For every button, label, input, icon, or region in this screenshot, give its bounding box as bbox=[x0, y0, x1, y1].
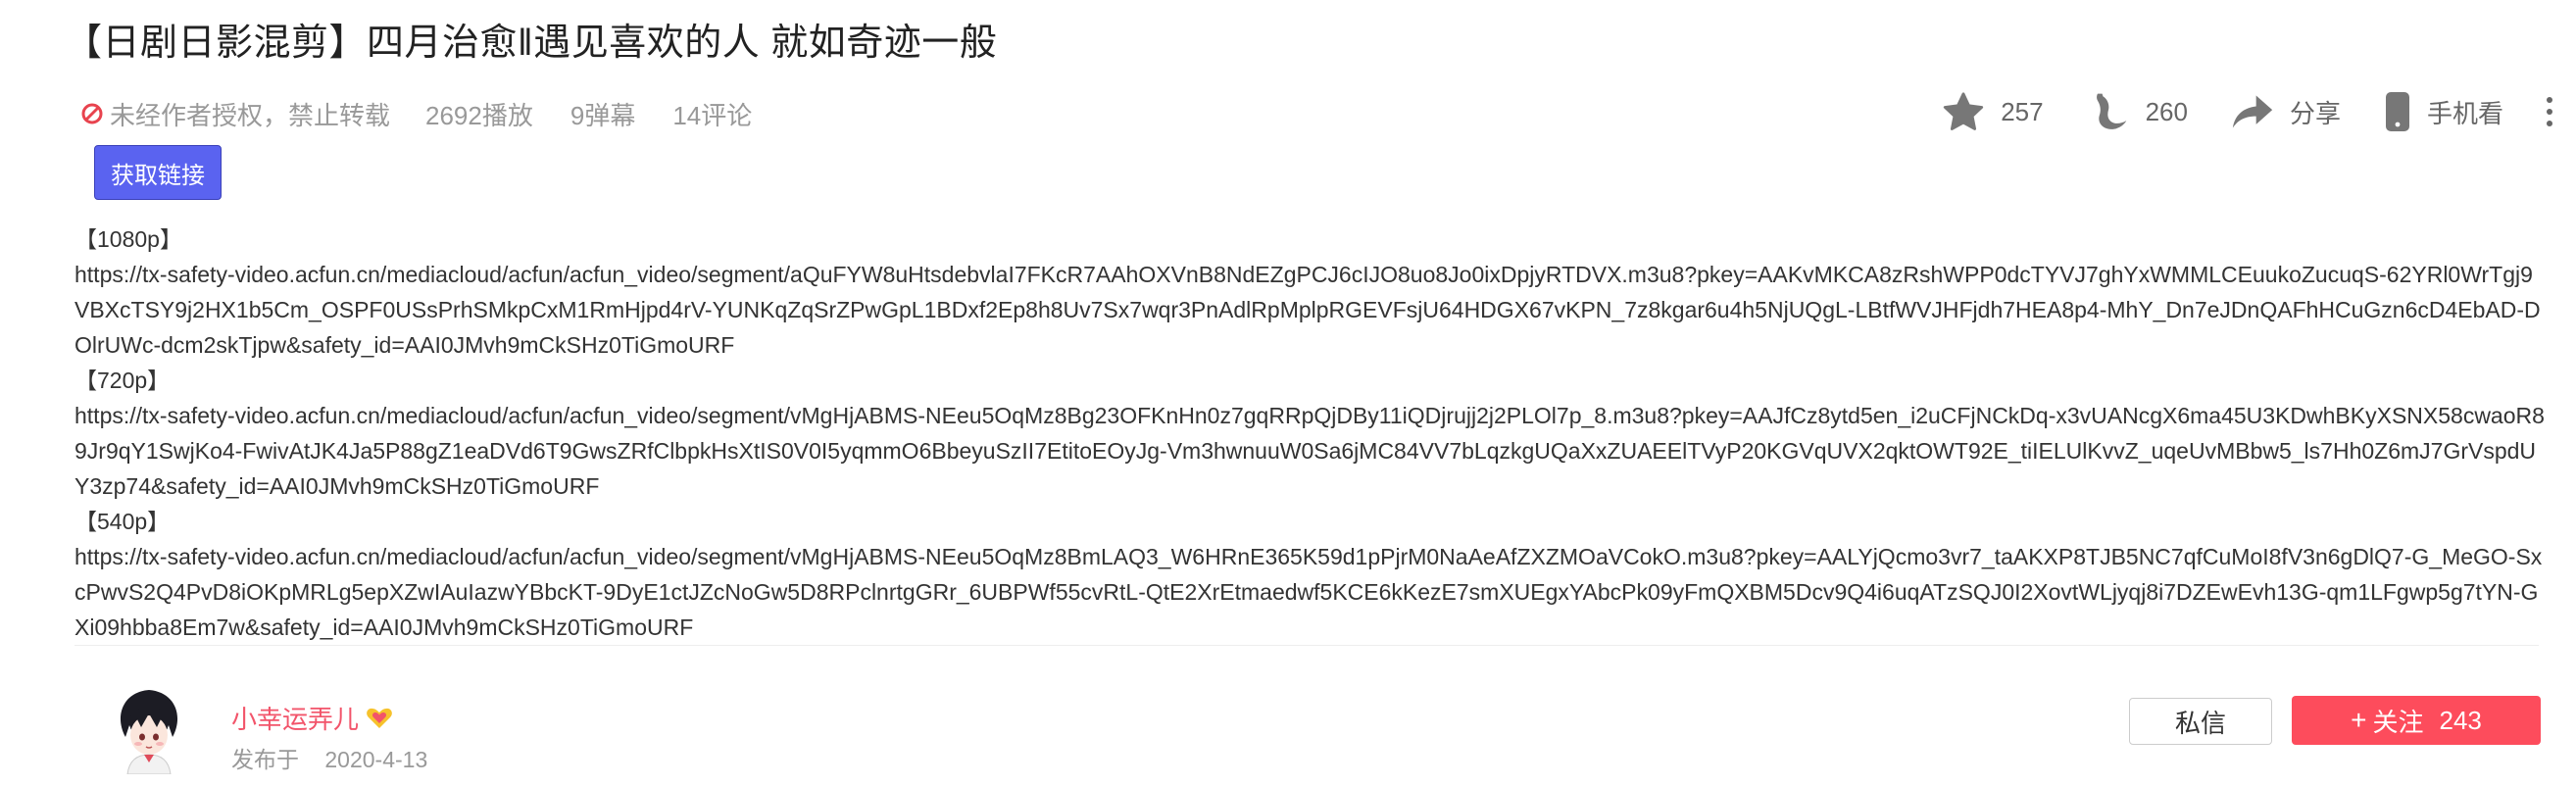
plus-icon: + bbox=[2351, 705, 2367, 735]
more-vertical-icon[interactable] bbox=[2547, 97, 2552, 126]
stream-url-720p[interactable]: https://tx-safety-video.acfun.cn/mediacl… bbox=[74, 398, 2545, 504]
follower-count: 243 bbox=[2439, 705, 2482, 735]
share-label: 分享 bbox=[2289, 98, 2341, 128]
banana-icon bbox=[2096, 93, 2126, 129]
heart-badge-icon bbox=[367, 708, 392, 728]
share-button[interactable]: 分享 bbox=[2231, 93, 2341, 130]
published-date: 2020-4-13 bbox=[324, 747, 428, 772]
stream-quality-1080p: 【1080p】 bbox=[74, 226, 182, 252]
video-meta: 未经作者授权，禁止转载 2692播放 9弹幕 14评论 bbox=[80, 94, 789, 133]
copyright-text: 未经作者授权，禁止转载 bbox=[110, 100, 391, 130]
stream-url-540p[interactable]: https://tx-safety-video.acfun.cn/mediacl… bbox=[74, 539, 2545, 645]
more-dot bbox=[2547, 121, 2552, 126]
danmaku-count: 9弹幕 bbox=[570, 100, 636, 130]
share-arrow-icon bbox=[2232, 95, 2273, 128]
section-divider bbox=[74, 645, 2539, 646]
stream-url-1080p[interactable]: https://tx-safety-video.acfun.cn/mediacl… bbox=[74, 257, 2545, 363]
stream-link-list: 【1080p】 https://tx-safety-video.acfun.cn… bbox=[74, 221, 2545, 645]
avatar-illustration bbox=[120, 690, 178, 775]
video-actions: 257 260 分享 手机看 bbox=[1942, 84, 2576, 139]
comment-count[interactable]: 14评论 bbox=[672, 96, 752, 132]
stream-quality-540p: 【540p】 bbox=[74, 509, 171, 534]
message-button[interactable]: 私信 bbox=[2129, 698, 2272, 745]
uploader-name-text: 小幸运弄儿 bbox=[231, 705, 360, 734]
stream-quality-720p: 【720p】 bbox=[74, 368, 171, 393]
video-title: 【日剧日影混剪】四月治愈‖遇见喜欢的人 就如奇迹一般 bbox=[65, 23, 998, 64]
phone-icon bbox=[2385, 92, 2409, 131]
avatar[interactable] bbox=[112, 686, 186, 775]
play-count: 2692播放 bbox=[425, 100, 533, 130]
banana-button[interactable]: 260 bbox=[2087, 90, 2188, 133]
get-link-button[interactable]: 获取链接 bbox=[94, 145, 222, 200]
follow-button[interactable]: + 关注 243 bbox=[2292, 696, 2541, 745]
uploader-name[interactable]: 小幸运弄儿 bbox=[231, 700, 394, 736]
no-entry-icon bbox=[81, 103, 103, 124]
banana-count: 260 bbox=[2145, 96, 2188, 126]
copyright-notice: 未经作者授权，禁止转载 bbox=[80, 96, 390, 132]
published-label: 发布于 bbox=[231, 747, 299, 772]
like-count: 257 bbox=[2001, 96, 2044, 126]
mobile-label: 手机看 bbox=[2426, 98, 2503, 128]
more-dot bbox=[2547, 97, 2552, 103]
like-button[interactable]: 257 bbox=[1942, 91, 2044, 132]
publish-info: 发布于 2020-4-13 bbox=[231, 741, 427, 774]
follow-label: 关注 bbox=[2372, 707, 2424, 737]
mobile-view-button[interactable]: 手机看 bbox=[2384, 90, 2503, 133]
more-dot bbox=[2547, 109, 2552, 115]
star-icon bbox=[1944, 92, 1984, 130]
